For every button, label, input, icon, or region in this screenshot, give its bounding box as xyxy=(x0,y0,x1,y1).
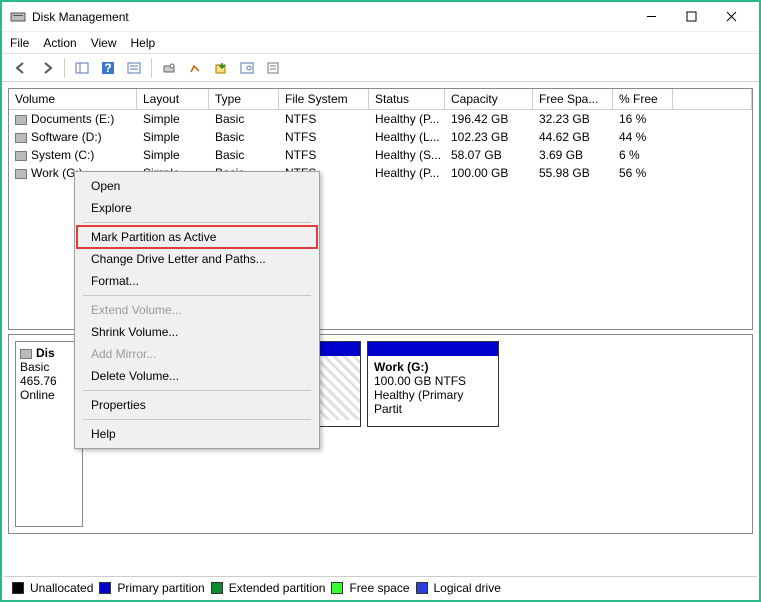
menu-action[interactable]: Action xyxy=(43,36,76,50)
col-freespace[interactable]: Free Spa... xyxy=(533,89,613,109)
ctx-open[interactable]: Open xyxy=(77,175,317,197)
disk-state: Online xyxy=(20,388,78,402)
toolbar: ? xyxy=(2,54,759,82)
context-menu: Open Explore Mark Partition as Active Ch… xyxy=(74,171,320,449)
separator xyxy=(83,419,311,420)
separator xyxy=(83,222,311,223)
close-button[interactable] xyxy=(711,3,751,31)
minimize-button[interactable] xyxy=(631,3,671,31)
volume-icon xyxy=(15,169,27,179)
col-type[interactable]: Type xyxy=(209,89,279,109)
volume-row[interactable]: Software (D:)SimpleBasicNTFSHealthy (L..… xyxy=(9,128,752,146)
disk-type: Basic xyxy=(20,360,78,374)
disk-label: Dis xyxy=(36,346,55,360)
ctx-shrink-volume[interactable]: Shrink Volume... xyxy=(77,321,317,343)
swatch-free xyxy=(331,582,343,594)
ctx-format[interactable]: Format... xyxy=(77,270,317,292)
partition-size: 100.00 GB NTFS xyxy=(374,374,492,388)
titlebar: Disk Management xyxy=(2,2,759,32)
back-button[interactable] xyxy=(10,57,32,79)
ctx-help[interactable]: Help xyxy=(77,423,317,445)
separator xyxy=(64,58,65,78)
ctx-delete-volume[interactable]: Delete Volume... xyxy=(77,365,317,387)
menu-file[interactable]: File xyxy=(10,36,29,50)
swatch-primary xyxy=(99,582,111,594)
app-icon xyxy=(10,9,26,25)
ctx-add-mirror: Add Mirror... xyxy=(77,343,317,365)
separator xyxy=(83,390,311,391)
ctx-mark-partition-active[interactable]: Mark Partition as Active xyxy=(77,226,317,248)
partition-name: Work (G:) xyxy=(374,360,492,374)
volume-icon xyxy=(15,151,27,161)
col-percentfree[interactable]: % Free xyxy=(613,89,673,109)
settings-button[interactable] xyxy=(236,57,258,79)
partition-work-g[interactable]: Work (G:) 100.00 GB NTFS Healthy (Primar… xyxy=(367,341,499,427)
col-layout[interactable]: Layout xyxy=(137,89,209,109)
legend-primary: Primary partition xyxy=(117,581,204,595)
maximize-button[interactable] xyxy=(671,3,711,31)
menu-view[interactable]: View xyxy=(91,36,117,50)
legend: Unallocated Primary partition Extended p… xyxy=(4,576,757,598)
action-list-button[interactable] xyxy=(123,57,145,79)
volume-row[interactable]: System (C:)SimpleBasicNTFSHealthy (S...5… xyxy=(9,146,752,164)
legend-extended: Extended partition xyxy=(229,581,326,595)
swatch-unallocated xyxy=(12,582,24,594)
partition-header xyxy=(368,342,498,356)
col-filesystem[interactable]: File System xyxy=(279,89,369,109)
properties-button[interactable] xyxy=(262,57,284,79)
disk-info-panel[interactable]: Dis Basic 465.76 Online xyxy=(15,341,83,527)
forward-button[interactable] xyxy=(36,57,58,79)
ctx-properties[interactable]: Properties xyxy=(77,394,317,416)
col-extra[interactable] xyxy=(673,89,752,109)
legend-logical: Logical drive xyxy=(434,581,501,595)
refresh-button[interactable] xyxy=(158,57,180,79)
rescan-button[interactable] xyxy=(184,57,206,79)
swatch-logical xyxy=(416,582,428,594)
separator xyxy=(83,295,311,296)
legend-unallocated: Unallocated xyxy=(30,581,93,595)
ctx-explore[interactable]: Explore xyxy=(77,197,317,219)
volume-row[interactable]: Documents (E:)SimpleBasicNTFSHealthy (P.… xyxy=(9,110,752,128)
disk-size: 465.76 xyxy=(20,374,78,388)
window-title: Disk Management xyxy=(32,10,631,24)
column-headers: Volume Layout Type File System Status Ca… xyxy=(9,89,752,110)
show-hide-console-button[interactable] xyxy=(71,57,93,79)
ctx-extend-volume: Extend Volume... xyxy=(77,299,317,321)
disk-icon xyxy=(20,349,32,359)
volume-icon xyxy=(15,133,27,143)
help-button[interactable]: ? xyxy=(97,57,119,79)
menu-help[interactable]: Help xyxy=(131,36,156,50)
app-window: Disk Management File Action View Help ? … xyxy=(0,0,761,602)
menubar: File Action View Help xyxy=(2,32,759,54)
col-volume[interactable]: Volume xyxy=(9,89,137,109)
separator xyxy=(151,58,152,78)
partition-status: Healthy (Primary Partit xyxy=(374,388,492,416)
ctx-change-drive-letter[interactable]: Change Drive Letter and Paths... xyxy=(77,248,317,270)
volume-icon xyxy=(15,115,27,125)
col-status[interactable]: Status xyxy=(369,89,445,109)
attach-vhd-button[interactable] xyxy=(210,57,232,79)
legend-free: Free space xyxy=(349,581,409,595)
col-capacity[interactable]: Capacity xyxy=(445,89,533,109)
swatch-extended xyxy=(211,582,223,594)
svg-text:?: ? xyxy=(104,61,111,75)
